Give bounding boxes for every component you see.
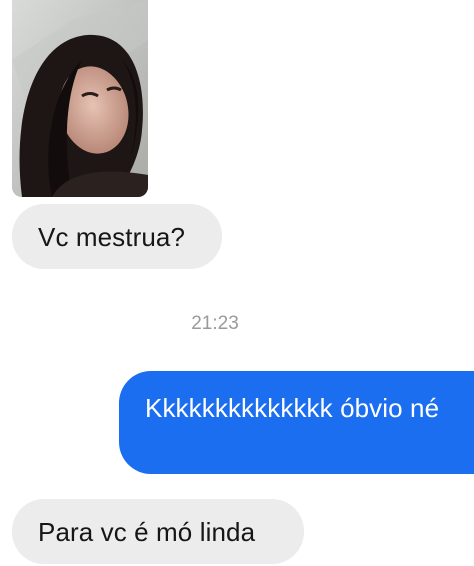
portrait-photo-image [12,0,148,197]
shared-photo[interactable] [12,0,148,197]
message-timestamp: 21:23 [191,313,239,334]
message-text: Para vc é mó linda [38,517,256,547]
incoming-message-bubble[interactable]: Vc mestrua? [12,204,222,269]
message-text: Kkkkkkkkkkkkkk óbvio né [145,393,440,423]
incoming-message-bubble[interactable]: Para vc é mó linda [12,499,304,564]
outgoing-message-bubble[interactable]: Kkkkkkkkkkkkkk óbvio né [119,371,474,474]
message-text: Vc mestrua? [38,222,186,252]
